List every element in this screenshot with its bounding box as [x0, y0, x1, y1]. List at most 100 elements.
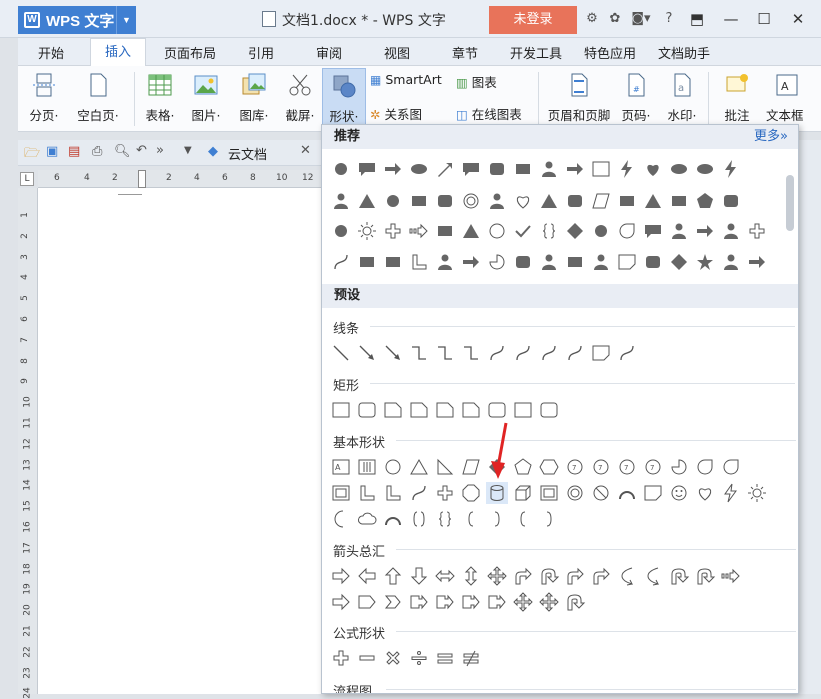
- more-link[interactable]: 更多»: [754, 125, 788, 149]
- basic-shape-oNum-icon[interactable]: 7: [590, 456, 612, 478]
- basic-shape-oRBrk-icon[interactable]: [538, 508, 560, 530]
- line-shape-curve-icon[interactable]: [486, 342, 508, 364]
- recommended-shape-person-icon[interactable]: [720, 220, 742, 242]
- recommended-shape-rect-icon[interactable]: [668, 190, 690, 212]
- recommended-shape-oHeart-icon[interactable]: [512, 190, 534, 212]
- recommended-shape-curve-icon[interactable]: [330, 251, 352, 273]
- formula-shape-divide-icon[interactable]: [408, 647, 430, 669]
- recommended-shape-arrowR-icon[interactable]: [694, 220, 716, 242]
- tab-page-layout[interactable]: 页面布局: [164, 43, 216, 62]
- rect-shape-oSnip-icon[interactable]: [408, 399, 430, 421]
- cloud-doc-tab[interactable]: 云文档: [228, 144, 267, 163]
- basic-shape-oHeart-icon[interactable]: [694, 482, 716, 504]
- line-shape-lineArrow-icon[interactable]: [382, 342, 404, 364]
- tab-doc-assistant[interactable]: 文档助手: [658, 43, 710, 62]
- line-shape-elbow-icon[interactable]: [460, 342, 482, 364]
- recommended-shape-person-icon[interactable]: [434, 251, 456, 273]
- arrow-shape-aUturn-icon[interactable]: [668, 565, 690, 587]
- basic-shape-oBrk-icon[interactable]: [408, 508, 430, 530]
- arrow-shape-aBent-icon[interactable]: [512, 565, 534, 587]
- tab-insert[interactable]: 插入: [90, 38, 147, 66]
- basic-shape-oCloud-icon[interactable]: [356, 508, 378, 530]
- recommended-shape-tri-icon[interactable]: [460, 220, 482, 242]
- arrow-shape-aUturn-icon[interactable]: [564, 591, 586, 613]
- basic-shape-oNum-icon[interactable]: 7: [616, 456, 638, 478]
- recommended-shape-oval-icon[interactable]: [668, 158, 690, 180]
- recommended-shape-rrect-icon[interactable]: [564, 190, 586, 212]
- recommended-shape-oBrace-icon[interactable]: [538, 220, 560, 242]
- recommended-shape-circle-icon[interactable]: [330, 220, 352, 242]
- arrow-shape-aL-icon[interactable]: [356, 565, 378, 587]
- textbox-button[interactable]: A 文本框: [766, 68, 821, 124]
- recommended-shape-rect-icon[interactable]: [564, 251, 586, 273]
- recommended-shape-callout-icon[interactable]: [356, 158, 378, 180]
- recommended-shape-circle-icon[interactable]: [590, 220, 612, 242]
- line-shape-line-icon[interactable]: [330, 342, 352, 364]
- rect-shape-oRRect-icon[interactable]: [486, 399, 508, 421]
- document-page[interactable]: [38, 188, 328, 694]
- recommended-shape-bolt-icon[interactable]: [616, 158, 638, 180]
- recommended-shape-oTear-icon[interactable]: [616, 220, 638, 242]
- basic-shape-oFrame-icon[interactable]: [538, 482, 560, 504]
- rect-shape-oSnip-icon[interactable]: [460, 399, 482, 421]
- page-number-button[interactable]: # 页码·: [616, 68, 656, 124]
- formula-shape-times-icon[interactable]: [382, 647, 404, 669]
- basic-shape-oSun-icon[interactable]: [746, 482, 768, 504]
- display-mode-icon[interactable]: ◙▾: [628, 10, 654, 28]
- rect-shape-oRRect-icon[interactable]: [538, 399, 560, 421]
- recommended-shape-oRect-icon[interactable]: [590, 158, 612, 180]
- arrow-shape-aCurv-icon[interactable]: [616, 565, 638, 587]
- basic-shape-curve-icon[interactable]: [408, 482, 430, 504]
- arrow-shape-aBent-icon[interactable]: [564, 565, 586, 587]
- arrow-shape-aCurv-icon[interactable]: [642, 565, 664, 587]
- rect-shape-oSnip-icon[interactable]: [434, 399, 456, 421]
- basic-shape-vtext-icon[interactable]: [356, 456, 378, 478]
- tab-view[interactable]: 视图: [384, 43, 410, 62]
- basic-shape-oNo-icon[interactable]: [590, 482, 612, 504]
- basic-shape-oBolt-icon[interactable]: [720, 482, 742, 504]
- recommended-shape-callout-icon[interactable]: [642, 220, 664, 242]
- recommended-shape-callout-icon[interactable]: [460, 158, 482, 180]
- arrow-shape-aLR-icon[interactable]: [434, 565, 456, 587]
- recommended-shape-pent-icon[interactable]: [694, 190, 716, 212]
- recommended-shape-arrowR-icon[interactable]: [746, 251, 768, 273]
- recommended-shape-oSun-icon[interactable]: [356, 220, 378, 242]
- recommended-shape-heart-icon[interactable]: [642, 158, 664, 180]
- basic-shape-textbox-icon[interactable]: A: [330, 456, 352, 478]
- arrow-shape-aCall-icon[interactable]: [486, 591, 508, 613]
- open-icon[interactable]: 🗁: [24, 144, 40, 166]
- formula-shape-equal-icon[interactable]: [434, 647, 456, 669]
- basic-shape-oTear-icon[interactable]: [694, 456, 716, 478]
- basic-shape-oSmile-icon[interactable]: [668, 482, 690, 504]
- basic-shape-oFold-icon[interactable]: [642, 482, 664, 504]
- basic-shape-oCircle-icon[interactable]: [382, 456, 404, 478]
- arrow-shape-aQuad-icon[interactable]: [512, 591, 534, 613]
- formula-shape-plus-icon[interactable]: [330, 647, 352, 669]
- recommended-shape-rect-icon[interactable]: [408, 190, 430, 212]
- arrow-shape-aPent-icon[interactable]: [356, 591, 378, 613]
- basic-shape-oHex-icon[interactable]: [538, 456, 560, 478]
- basic-shape-oLBrk-icon[interactable]: [460, 508, 482, 530]
- rect-shape-oRect-icon[interactable]: [512, 399, 534, 421]
- recommended-shape-circle-icon[interactable]: [382, 190, 404, 212]
- save-icon[interactable]: ▣: [46, 144, 58, 159]
- shapes-button[interactable]: 形状·: [322, 68, 366, 130]
- indent-marker[interactable]: [138, 170, 146, 188]
- rect-shape-oRect-icon[interactable]: [330, 399, 352, 421]
- recommended-shape-arrowDiag-icon[interactable]: [434, 158, 456, 180]
- recommended-shape-aStrip-icon[interactable]: [408, 220, 430, 242]
- recommended-shape-rect-icon[interactable]: [434, 220, 456, 242]
- tab-references[interactable]: 引用: [248, 43, 274, 62]
- recommended-shape-person-icon[interactable]: [538, 251, 560, 273]
- recommended-shape-rect-icon[interactable]: [382, 251, 404, 273]
- arrow-shape-aBent-icon[interactable]: [590, 565, 612, 587]
- arrow-shape-aD-icon[interactable]: [408, 565, 430, 587]
- recommended-shape-oPara-icon[interactable]: [590, 190, 612, 212]
- recommended-shape-rect-icon[interactable]: [356, 251, 378, 273]
- recommended-shape-plus-icon[interactable]: [382, 220, 404, 242]
- relation-chart-button[interactable]: ✲ 关系图: [370, 104, 452, 124]
- customize-dropdown-icon[interactable]: ▼: [184, 145, 192, 156]
- line-shape-curve-icon[interactable]: [616, 342, 638, 364]
- arrow-shape-aCall-icon[interactable]: [408, 591, 430, 613]
- basic-shape-oL-icon[interactable]: [382, 482, 404, 504]
